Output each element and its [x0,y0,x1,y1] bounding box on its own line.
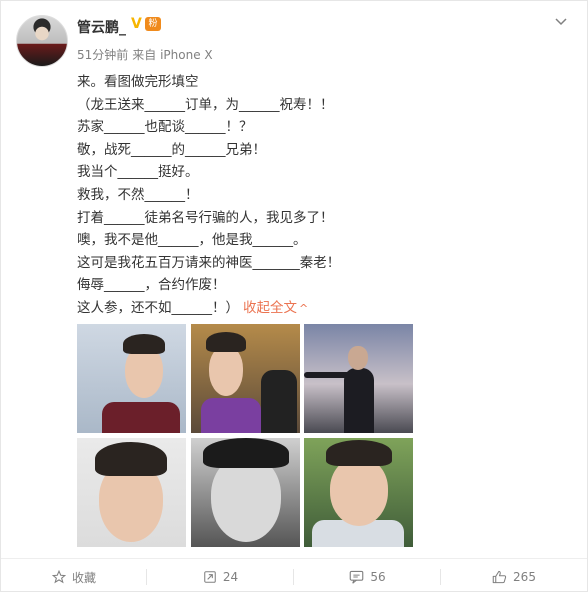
comment-button[interactable]: 56 [294,564,441,590]
photo-thumbnail-1[interactable] [77,324,186,433]
post-line: 打着______徒弟名号行骗的人，我见多了！ [77,209,334,226]
weibo-post-card: 管云鹏_ V 粉 51分钟前 来自 iPhone X 来。看图做完形填空 （龙王送… [0,0,588,592]
post-line: 敬，战死______的______兄弟！ [77,141,266,158]
post-line: 苏家______也配谈______！？ [77,119,253,136]
post-text: 来。看图做完形填空 （龙王送来______订单，为______祝寿！！ 苏家__… [77,71,557,321]
photo-thumbnail-5[interactable] [191,438,300,547]
photo-thumbnail-2[interactable] [191,324,300,433]
author-avatar[interactable] [16,15,68,67]
repost-button[interactable]: 24 [147,564,294,590]
like-count: 265 [513,570,536,584]
post-meta: 51分钟前 来自 iPhone X [77,46,213,63]
post-line: 侮辱______，合约作废！ [77,277,226,294]
collapse-text-link[interactable]: 收起全文 ^ [243,300,308,316]
favorite-label: 收藏 [71,570,96,585]
divider [1,558,587,559]
like-button[interactable]: 265 [441,564,587,590]
chevron-up-icon: ^ [299,301,309,315]
comment-count: 56 [370,570,386,584]
favorite-button[interactable]: 收藏 [1,564,147,590]
post-time[interactable]: 51分钟前 [77,48,128,62]
thumbs-up-icon [492,570,507,584]
fan-badge-icon: 粉 [145,17,161,31]
verified-badge-icon: V [131,16,142,32]
comment-icon [350,570,364,584]
post-line: 来。看图做完形填空 [77,74,199,90]
post-line: 这可是我花五百万请来的神医_______秦老！ [77,254,341,271]
post-line: 噢，我不是他______，他是我______。 [77,232,307,249]
post-source: 来自 iPhone X [132,48,213,62]
photo-thumbnail-4[interactable] [77,438,186,547]
chevron-down-icon[interactable] [555,15,567,29]
post-line: （龙王送来______订单，为______祝寿！！ [77,96,334,113]
photo-thumbnail-6[interactable] [304,438,413,547]
post-line: 救我，不然______！ [77,186,199,203]
repost-icon [204,571,216,583]
photo-thumbnail-3[interactable] [304,324,413,433]
repost-count: 24 [222,570,239,584]
star-icon [51,570,66,584]
author-name[interactable]: 管云鹏_ [77,17,126,37]
post-line: 我当个______挺好。 [77,164,199,181]
post-line-last: 这人参，还不如______！） 收起全文 ^ [77,299,309,316]
